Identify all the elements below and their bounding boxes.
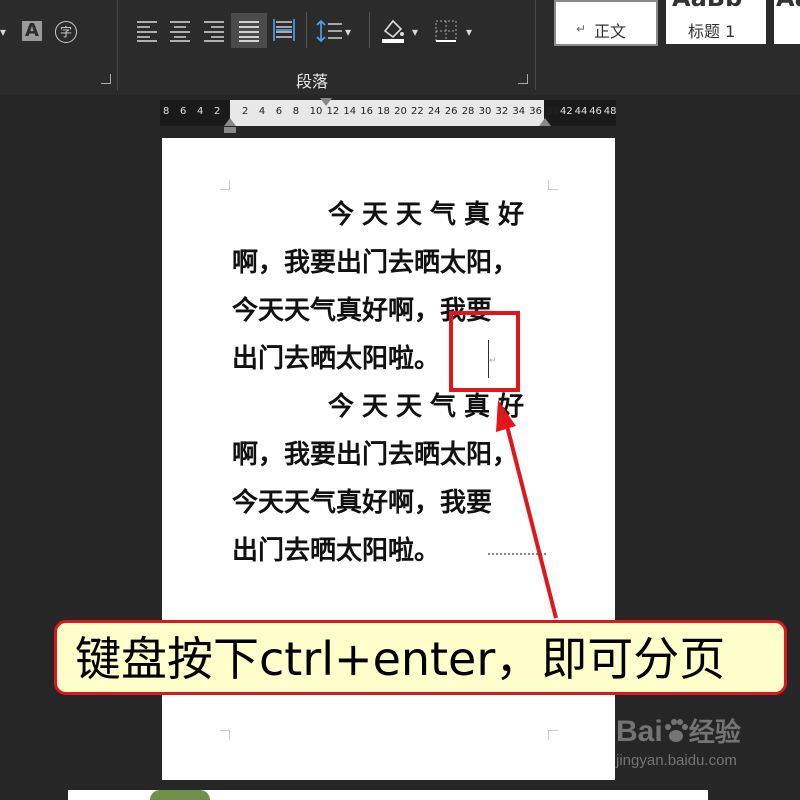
ruler-tick: 46 [589, 106, 602, 117]
separator [117, 0, 118, 90]
ruler-tick: 30 [478, 106, 492, 117]
ruler-tick: 36 [529, 106, 543, 117]
ruler-tick: 4 [258, 106, 266, 117]
paw-logo-icon [664, 719, 688, 742]
paragraph2-line3: 今天天气真好啊，我要 [232, 488, 493, 518]
ruler-tick: 38 [546, 106, 559, 117]
page-break-marker [488, 553, 546, 555]
paragraph2-line1: 今天天气真好 [328, 392, 533, 422]
ruler-tick: 32 [495, 106, 509, 117]
paragraph-mark-icon: ↵ [576, 22, 587, 36]
baidu-jingyan-watermark: Bai 经验 jingyan.baidu.com [616, 712, 741, 769]
crop-mark-bottom-right [548, 730, 558, 740]
ruler-tick: 34 [512, 106, 526, 117]
ruler-tick: 12 [326, 106, 340, 117]
watermark-brand: Bai [616, 715, 663, 748]
paragraph-group-label: 段落 [296, 72, 329, 91]
borders-icon[interactable] [435, 20, 457, 42]
style-normal-label: 正文 [594, 22, 627, 41]
ruler-tick: 18 [377, 106, 390, 117]
align-right-icon[interactable] [204, 20, 224, 42]
ruler-tick: 6 [180, 106, 187, 117]
justify-icon [239, 21, 259, 42]
shading-icon[interactable] [380, 17, 406, 43]
ruler-tick: 6 [275, 106, 283, 117]
separator [535, 0, 536, 90]
highlight-box [449, 311, 520, 392]
crop-mark-top-left [220, 180, 230, 190]
ruler-tick: 42 [560, 106, 573, 117]
character-shading-icon[interactable]: A [22, 21, 42, 41]
line-spacing-icon[interactable] [316, 19, 342, 43]
crop-mark-top-right [548, 180, 558, 190]
separator [306, 12, 307, 48]
ruler-tick: 2 [242, 106, 249, 117]
ruler-tick: 8 [292, 106, 300, 117]
borders-dropdown-icon[interactable]: ▾ [466, 22, 472, 42]
left-indent-marker[interactable] [224, 127, 236, 133]
ruler-tick: 14 [343, 106, 357, 117]
style-heading1-label: 标题 1 [688, 22, 736, 41]
paragraph-dialog-launcher-icon[interactable] [518, 74, 528, 84]
ribbon: ▾ A 字 ▾ ▾ ▾ 段落 ↵ 正文 标题 1 [0, 0, 800, 95]
first-line-indent-marker[interactable] [320, 98, 332, 106]
align-left-icon[interactable] [137, 20, 157, 42]
style-heading1-preview: AaBb [672, 0, 742, 12]
align-center-icon[interactable] [170, 20, 190, 42]
leaf-image [150, 790, 210, 800]
ruler-tick: 28 [461, 106, 475, 117]
ruler-tick: 4 [197, 106, 204, 117]
paragraph1-line2: 啊，我要出门去晒太阳， [232, 248, 519, 278]
instruction-callout: 键盘按下ctrl+enter，即可分页 [54, 620, 787, 695]
ruler-tick: 44 [574, 106, 588, 117]
ruler-tick: 20 [394, 106, 407, 117]
ruler-tick: 10 [309, 106, 323, 117]
justify-button[interactable] [231, 13, 267, 48]
distributed-icon[interactable] [273, 19, 295, 43]
style-heading2[interactable]: AaBb [774, 0, 800, 44]
paragraph2-line4: 出门去晒太阳啦。 [232, 536, 441, 566]
font-dialog-launcher-icon[interactable] [101, 74, 111, 84]
ruler-tick: 16 [360, 106, 374, 117]
style-normal[interactable]: ↵ 正文 [554, 0, 658, 46]
separator [369, 12, 370, 48]
crop-mark-bottom-left [220, 730, 230, 740]
right-indent-marker[interactable] [539, 118, 551, 126]
dropdown-icon[interactable]: ▾ [0, 22, 6, 42]
shading-dropdown-icon[interactable]: ▾ [412, 22, 418, 42]
ruler-tick: 22 [411, 106, 424, 117]
paragraph1-line1: 今天天气真好 [328, 200, 533, 230]
line-spacing-dropdown-icon[interactable]: ▾ [345, 22, 351, 42]
ruler-tick: 8 [163, 106, 170, 117]
ruler-tick: 26 [444, 106, 458, 117]
ruler-tick: 48 [603, 106, 617, 117]
instruction-callout-text: 键盘按下ctrl+enter，即可分页 [75, 632, 726, 686]
style-heading1[interactable]: AaBb 标题 1 [666, 0, 766, 44]
ruler-tick: 2 [214, 106, 221, 117]
phonetic-guide-icon[interactable]: 字 [55, 21, 77, 43]
style-heading2-preview: AaBb [776, 0, 800, 12]
ruler-tick: 24 [427, 106, 441, 117]
paragraph1-line4: 出门去晒太阳啦。 [232, 344, 441, 374]
paragraph2-line2: 啊，我要出门去晒太阳， [232, 440, 519, 470]
watermark-url: jingyan.baidu.com [616, 752, 737, 769]
hanging-indent-marker[interactable] [224, 118, 236, 126]
watermark-jingyan: 经验 [688, 718, 741, 748]
